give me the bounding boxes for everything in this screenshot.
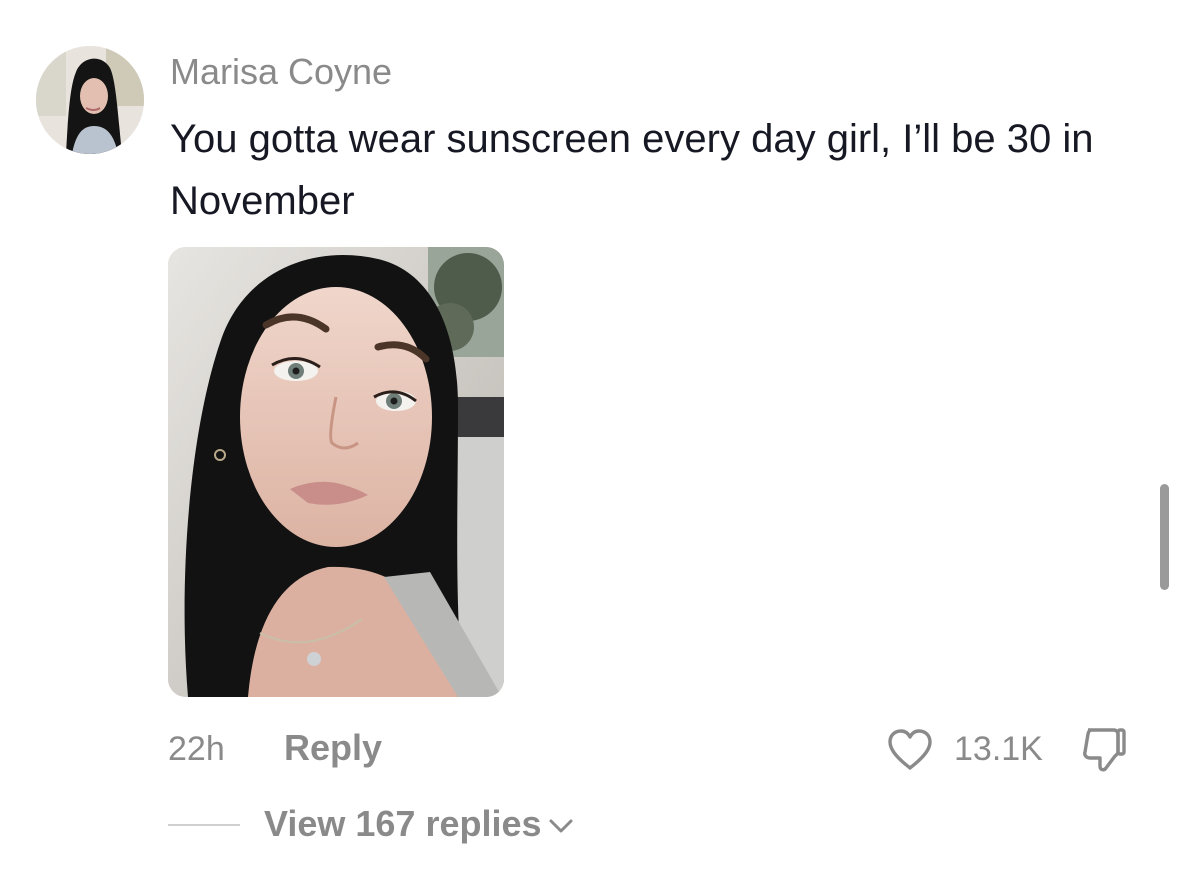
avatar[interactable] [36,46,144,154]
like-count: 13.1K [954,730,1043,768]
reply-button[interactable]: Reply [284,726,382,770]
avatar-image [36,46,144,154]
heart-outline-icon[interactable] [886,728,934,772]
view-replies-button[interactable]: View 167 replies [264,802,574,846]
chevron-down-icon [549,819,573,833]
comment-photo[interactable] [168,247,504,697]
comment-timestamp: 22h [168,730,225,768]
scrollbar[interactable] [1160,484,1169,590]
thumbs-down-icon[interactable] [1080,724,1128,774]
selfie-image [168,247,504,697]
comment-text: You gotta wear sunscreen every day girl,… [170,117,1094,223]
comment-author[interactable]: Marisa Coyne [170,50,392,94]
view-replies-label: View 167 replies [264,803,542,844]
replies-divider [168,824,240,826]
comment-item: Marisa Coyne You gotta wear sunscreen ev… [0,0,1179,885]
